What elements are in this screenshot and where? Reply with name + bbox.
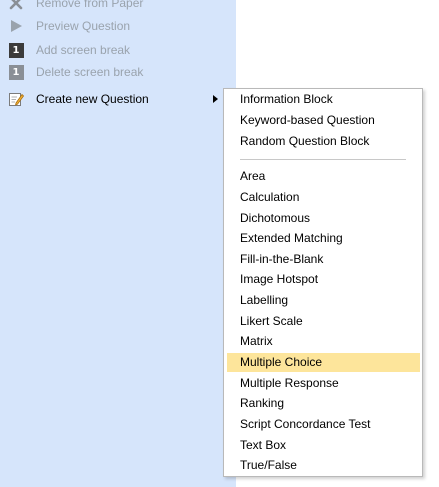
submenu-item-fill-in-the-blank[interactable]: Fill-in-the-Blank <box>227 250 420 269</box>
submenu-item-calculation[interactable]: Calculation <box>227 188 420 207</box>
delete-screen-break-label: Delete screen break <box>36 65 144 79</box>
submenu-item-matrix[interactable]: Matrix <box>227 332 420 351</box>
screen-break-icon: 1 <box>8 42 24 58</box>
submenu-divider <box>240 159 406 160</box>
edit-icon <box>8 91 24 107</box>
submenu-item-random-question-block[interactable]: Random Question Block <box>227 132 420 151</box>
remove-from-paper-item[interactable]: Remove from Paper <box>8 0 228 13</box>
submenu-arrow-icon <box>213 95 218 103</box>
left-panel: Remove from Paper Preview Question 1 Add… <box>0 0 236 487</box>
create-new-question-item[interactable]: Create new Question <box>8 89 228 109</box>
submenu-item-true-false[interactable]: True/False <box>227 456 420 475</box>
close-icon <box>8 0 24 11</box>
create-question-submenu: Information Block Keyword-based Question… <box>223 88 423 477</box>
submenu-item-dichotomous[interactable]: Dichotomous <box>227 209 420 228</box>
submenu-item-image-hotspot[interactable]: Image Hotspot <box>227 270 420 289</box>
submenu-item-labelling[interactable]: Labelling <box>227 291 420 310</box>
delete-screen-break-item[interactable]: 1 Delete screen break <box>8 62 228 82</box>
submenu-item-likert-scale[interactable]: Likert Scale <box>227 312 420 331</box>
add-screen-break-label: Add screen break <box>36 43 131 57</box>
add-screen-break-item[interactable]: 1 Add screen break <box>8 40 228 60</box>
remove-from-paper-label: Remove from Paper <box>36 0 144 10</box>
create-new-question-label: Create new Question <box>36 92 149 106</box>
submenu-item-script-concordance-test[interactable]: Script Concordance Test <box>227 415 420 434</box>
preview-question-item[interactable]: Preview Question <box>8 16 228 36</box>
submenu-item-multiple-choice[interactable]: Multiple Choice <box>227 353 420 372</box>
screen-break-icon: 1 <box>8 64 24 80</box>
submenu-item-keyword-based-question[interactable]: Keyword-based Question <box>227 111 420 130</box>
submenu-item-extended-matching[interactable]: Extended Matching <box>227 229 420 248</box>
submenu-item-text-box[interactable]: Text Box <box>227 436 420 455</box>
submenu-item-information-block[interactable]: Information Block <box>227 90 420 109</box>
play-icon <box>8 18 24 34</box>
screen-break-number: 1 <box>8 64 24 80</box>
submenu-item-multiple-response[interactable]: Multiple Response <box>227 374 420 393</box>
screen-break-number: 1 <box>8 42 24 58</box>
submenu-item-ranking[interactable]: Ranking <box>227 394 420 413</box>
preview-question-label: Preview Question <box>36 19 131 33</box>
submenu-item-area[interactable]: Area <box>227 167 420 186</box>
